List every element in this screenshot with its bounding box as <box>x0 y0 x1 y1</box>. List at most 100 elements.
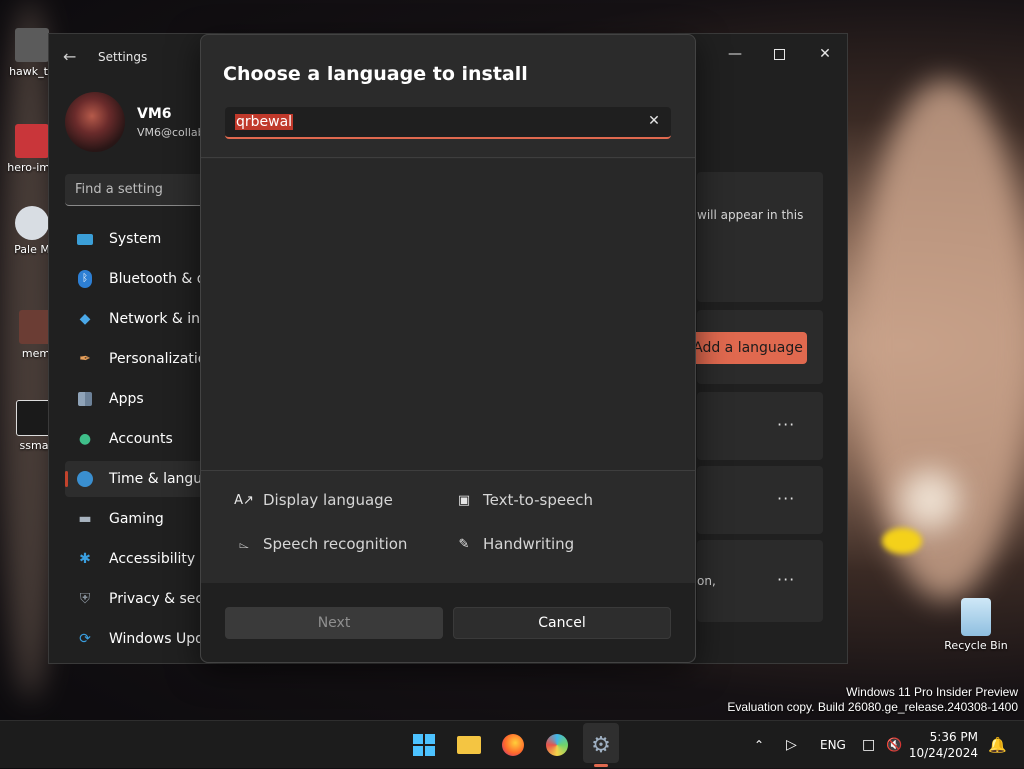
display-language-icon: A↗ <box>234 492 254 508</box>
feature-label: Speech recognition <box>263 535 408 553</box>
feature-handwriting: ✎ Handwriting <box>455 535 575 553</box>
taskbar: ⚙ ⌃ ▷ ENG □ 🔇 5:36 PM 10/24/2024 🔔 <box>0 720 1024 768</box>
display-tray-button[interactable]: □ <box>862 721 875 769</box>
user-email: VM6@collab <box>137 126 201 139</box>
close-button[interactable]: ✕ <box>805 40 845 68</box>
sidebar-item-gaming[interactable]: ▬ Gaming <box>65 501 205 537</box>
desktop-icon-label: Pale M <box>14 243 50 256</box>
sidebar-item-label: Time & language <box>109 471 205 487</box>
note-text-fragment: will appear in this <box>697 208 804 222</box>
maximize-button[interactable] <box>759 40 799 68</box>
more-options-icon[interactable]: ··· <box>777 570 795 589</box>
sidebar-item-personalization[interactable]: ✒ Personalization <box>65 341 205 377</box>
show-hidden-icons-button[interactable]: ⌃ <box>754 721 764 769</box>
sidebar-item-bluetooth[interactable]: ᛒ Bluetooth & devices <box>65 261 205 297</box>
language-search-input[interactable]: qrbewal ✕ <box>225 107 671 139</box>
desktop-icon-label: mem <box>21 347 51 360</box>
gamepad-icon: ▬ <box>78 511 92 527</box>
person-icon: ● <box>78 431 92 447</box>
display-icon: □ <box>862 737 876 753</box>
paint-app-button[interactable] <box>541 729 573 761</box>
feature-label: Handwriting <box>483 535 575 553</box>
minimize-button[interactable]: — <box>715 40 755 68</box>
language-indicator: ENG <box>820 738 846 752</box>
windows-watermark: Windows 11 Pro Insider Preview Evaluatio… <box>727 685 1018 715</box>
handwriting-icon: ✎ <box>458 536 470 552</box>
shield-icon: ⛨ <box>79 591 91 607</box>
sidebar-item-accounts[interactable]: ● Accounts <box>65 421 205 457</box>
sidebar-item-privacy[interactable]: ⛨ Privacy & security <box>65 581 205 617</box>
close-icon: ✕ <box>819 46 831 62</box>
network-tray-button[interactable]: ▷ <box>786 721 797 769</box>
bluetooth-icon: ᛒ <box>75 269 95 289</box>
sidebar-item-label: System <box>109 231 162 247</box>
sidebar-item-label: Network & internet <box>109 311 205 327</box>
dialog-footer: Next Cancel <box>201 583 695 662</box>
row-text-fragment: on, <box>697 574 716 588</box>
sidebar-item-network[interactable]: ◆ Network & internet <box>65 301 205 337</box>
user-name: VM6 <box>137 106 172 122</box>
clock-time: 5:36 PM <box>929 730 978 744</box>
recycle-bin-icon <box>961 598 991 636</box>
language-results-list[interactable] <box>201 159 695 470</box>
desktop-icon-recycle-bin[interactable]: Recycle Bin <box>942 598 1010 652</box>
firefox-button[interactable] <box>497 729 529 761</box>
volume-tray-button[interactable]: 🔇 <box>886 721 902 769</box>
back-arrow-icon[interactable]: ← <box>63 47 76 66</box>
language-row[interactable] <box>697 540 823 622</box>
find-setting-input[interactable]: Find a setting <box>65 174 205 206</box>
active-indicator <box>65 471 68 487</box>
minimize-icon: — <box>728 46 742 62</box>
sidebar-item-label: Accounts <box>109 431 173 447</box>
notifications-button[interactable]: 🔔 <box>988 721 1007 769</box>
sidebar-item-windows-update[interactable]: ⟳ Windows Update <box>65 621 205 657</box>
text-to-speech-icon: ▣ <box>457 492 471 508</box>
sidebar-item-label: Gaming <box>109 511 164 527</box>
sidebar-item-label: Bluetooth & devices <box>109 271 205 287</box>
file-explorer-button[interactable] <box>453 729 485 761</box>
language-row[interactable] <box>697 392 823 460</box>
windows-logo-icon <box>413 734 435 756</box>
image-file-icon <box>15 28 49 62</box>
more-options-icon[interactable]: ··· <box>777 415 795 434</box>
chevron-up-icon: ⌃ <box>754 738 765 752</box>
sidebar-item-system[interactable]: System <box>65 221 205 257</box>
add-language-button[interactable]: Add a language <box>689 332 807 364</box>
active-app-indicator <box>594 764 608 767</box>
next-label: Next <box>317 615 351 631</box>
more-options-icon[interactable]: ··· <box>777 489 795 508</box>
watermark-line1: Windows 11 Pro Insider Preview <box>846 685 1018 699</box>
desktop-icon-label: ssma <box>19 439 49 452</box>
next-button[interactable]: Next <box>225 607 443 639</box>
sidebar-item-label: Apps <box>109 391 144 407</box>
sidebar-item-time-language[interactable]: Time & language <box>65 461 205 497</box>
divider <box>201 157 695 158</box>
network-off-icon: ▷ <box>786 737 797 753</box>
cancel-button[interactable]: Cancel <box>453 607 671 639</box>
feature-label: Text-to-speech <box>483 491 594 509</box>
update-icon: ⟳ <box>79 631 91 647</box>
language-row[interactable] <box>697 466 823 534</box>
app-shortcut-icon <box>16 400 52 436</box>
microphone-icon: ⌳ <box>238 536 250 552</box>
feature-text-to-speech: ▣ Text-to-speech <box>455 491 593 509</box>
clear-icon[interactable]: ✕ <box>645 112 663 130</box>
clock-button[interactable]: 5:36 PM 10/24/2024 <box>909 729 978 761</box>
dialog-title: Choose a language to install <box>223 63 528 85</box>
monitor-icon <box>75 229 95 249</box>
palette-icon <box>546 734 568 756</box>
avatar[interactable] <box>65 92 125 152</box>
add-language-label: Add a language <box>693 340 803 356</box>
desktop-icon-label: Recycle Bin <box>944 639 1008 652</box>
globe-clock-icon <box>75 469 95 489</box>
settings-taskbar-button[interactable]: ⚙ <box>585 729 617 761</box>
choose-language-dialog: Choose a language to install qrbewal ✕ A… <box>200 34 696 663</box>
image-file-icon <box>15 124 49 158</box>
watermark-line2: Evaluation copy. Build 26080.ge_release.… <box>727 700 1018 714</box>
sidebar-item-accessibility[interactable]: ✱ Accessibility <box>65 541 205 577</box>
sidebar-item-label: Privacy & security <box>109 591 205 607</box>
start-button[interactable] <box>408 729 440 761</box>
input-language-button[interactable]: ENG <box>820 721 846 769</box>
sidebar-item-apps[interactable]: Apps <box>65 381 205 417</box>
divider <box>201 470 695 471</box>
